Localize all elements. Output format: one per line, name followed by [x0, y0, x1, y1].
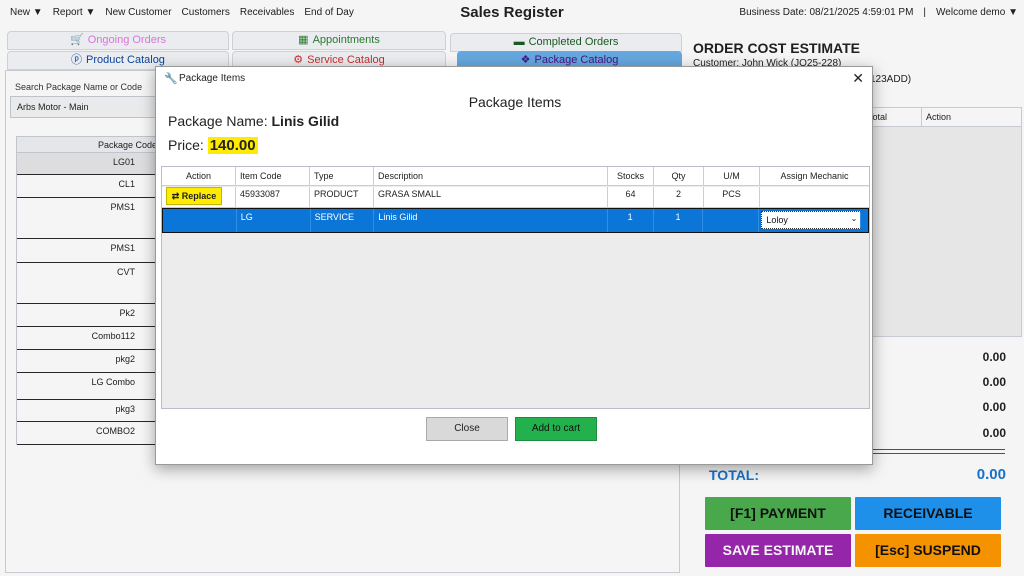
col-stocks: Stocks — [608, 167, 654, 185]
cell-item-code: LG — [237, 209, 311, 232]
package-name-value: Linis Gilid — [271, 113, 340, 129]
cell-mechanic — [760, 187, 869, 207]
cell-type: SERVICE — [311, 209, 375, 232]
chevron-down-icon: ⌄ — [850, 214, 858, 223]
mechanic-select-value: Loloy — [766, 215, 788, 225]
col-qty: Qty — [654, 167, 704, 185]
col-um: U/M — [704, 167, 760, 185]
package-items-modal: 🔧 Package Items ✕ Package Items Package … — [155, 66, 873, 465]
package-items-grid: Action Item Code Type Description Stocks… — [161, 166, 870, 409]
cell-qty: 1 — [654, 209, 704, 232]
col-type: Type — [310, 167, 374, 185]
cell-type: PRODUCT — [310, 187, 374, 207]
cell-um: PCS — [704, 187, 760, 207]
table-row[interactable]: ⇄ Replace 45933087 PRODUCT GRASA SMALL 6… — [162, 187, 869, 208]
modal-heading: Package Items — [468, 94, 562, 110]
package-name-label: Package Name: — [168, 113, 268, 129]
col-assign-mechanic: Assign Mechanic — [780, 171, 849, 181]
package-name-line: Package Name: Linis Gilid — [168, 113, 339, 129]
replace-label: Replace — [181, 191, 217, 201]
wrench-icon: 🔧 — [164, 73, 178, 85]
col-item-code: Item Code — [236, 167, 310, 185]
add-to-cart-button[interactable]: Add to cart — [515, 417, 597, 441]
swap-arrows-icon: ⇄ — [171, 191, 180, 201]
cell-description: GRASA SMALL — [374, 187, 608, 207]
mechanic-select[interactable]: Loloy ⌄ — [761, 211, 862, 229]
cell-description: Linis Gilid — [374, 209, 608, 232]
close-button[interactable]: Close — [426, 417, 508, 441]
price-label: Price: — [168, 137, 204, 153]
cell-stocks: 1 — [608, 209, 654, 232]
modal-titlebar: 🔧 Package Items ✕ — [156, 67, 872, 91]
cell-qty: 2 — [654, 187, 704, 207]
cell-stocks: 64 — [608, 187, 654, 207]
col-action: Action — [162, 167, 236, 185]
cell-item-code: 45933087 — [236, 187, 310, 207]
price-value: 140.00 — [207, 137, 258, 154]
grid-header: Action Item Code Type Description Stocks… — [162, 167, 869, 186]
replace-button[interactable]: ⇄ Replace — [166, 187, 222, 205]
close-icon[interactable]: ✕ — [852, 70, 864, 87]
modal-window-title: Package Items — [179, 73, 246, 84]
cell-um — [703, 209, 760, 232]
package-price-line: Price: 140.00 — [168, 137, 258, 154]
col-description: Description — [374, 167, 608, 185]
cell-action — [163, 209, 237, 232]
table-row-selected[interactable]: LG SERVICE Linis Gilid 1 1 Loloy ⌄ — [162, 208, 869, 233]
